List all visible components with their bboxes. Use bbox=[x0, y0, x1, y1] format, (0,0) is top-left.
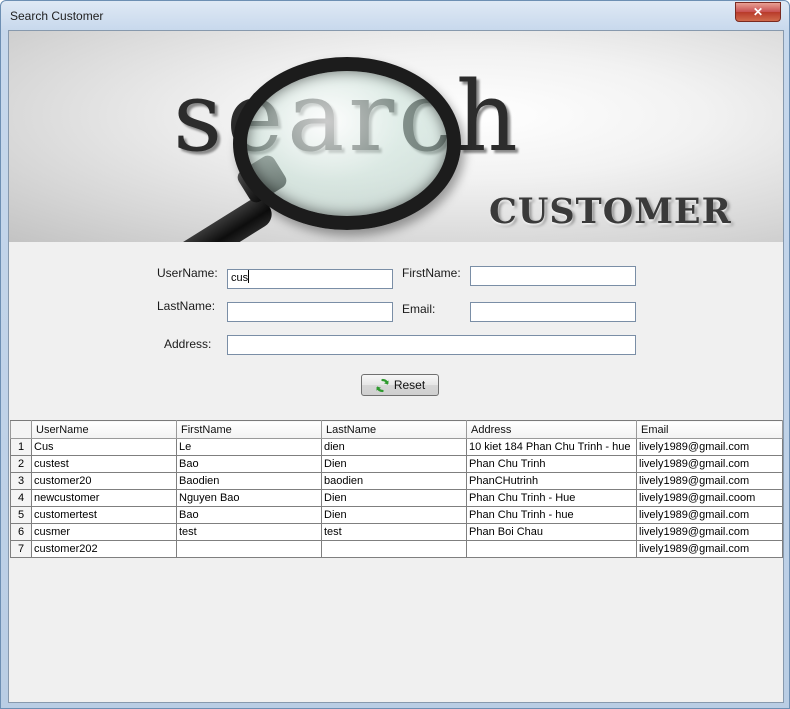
address-label: Address: bbox=[164, 337, 212, 351]
cell-firstname[interactable] bbox=[176, 540, 322, 558]
cell-lastname[interactable]: dien bbox=[321, 438, 467, 456]
cell-username[interactable]: Cus bbox=[31, 438, 177, 456]
username-value: cus bbox=[231, 272, 249, 284]
cell-firstname[interactable]: Nguyen Bao bbox=[176, 489, 322, 507]
cell-address[interactable]: PhanCHutrinh bbox=[466, 472, 637, 490]
column-header-lastname[interactable]: LastName bbox=[321, 420, 467, 439]
address-input[interactable] bbox=[227, 335, 636, 355]
cell-lastname[interactable]: Dien bbox=[321, 489, 467, 507]
cell-address[interactable]: 10 kiet 184 Phan Chu Trinh - hue bbox=[466, 438, 637, 456]
text-cursor bbox=[248, 270, 250, 283]
cell-email[interactable]: lively1989@gmail.com bbox=[636, 540, 783, 558]
cell-username[interactable]: customertest bbox=[31, 506, 177, 524]
cell-lastname[interactable] bbox=[321, 540, 467, 558]
row-number-header bbox=[10, 420, 32, 439]
cell-email[interactable]: lively1989@gmail.coom bbox=[636, 489, 783, 507]
cell-firstname[interactable]: test bbox=[176, 523, 322, 541]
table-row[interactable]: 2 custest Bao Dien Phan Chu Trinh lively… bbox=[10, 455, 783, 473]
column-header-username[interactable]: UserName bbox=[31, 420, 177, 439]
close-button[interactable]: ✕ bbox=[735, 2, 781, 22]
cell-lastname[interactable]: baodien bbox=[321, 472, 467, 490]
window-title: Search Customer bbox=[10, 9, 104, 23]
cell-address[interactable]: Phan Chu Trinh - Hue bbox=[466, 489, 637, 507]
cell-lastname[interactable]: Dien bbox=[321, 455, 467, 473]
search-customer-banner: search CUSTOMER bbox=[9, 31, 783, 242]
cell-lastname[interactable]: test bbox=[321, 523, 467, 541]
close-icon: ✕ bbox=[752, 5, 764, 19]
search-customer-window: Search Customer ✕ search CUSTOMER UserNa… bbox=[0, 0, 790, 709]
cell-firstname[interactable]: Baodien bbox=[176, 472, 322, 490]
cell-username[interactable]: newcustomer bbox=[31, 489, 177, 507]
table-row[interactable]: 1 Cus Le dien 10 kiet 184 Phan Chu Trinh… bbox=[10, 438, 783, 456]
table-row[interactable]: 5 customertest Bao Dien Phan Chu Trinh -… bbox=[10, 506, 783, 524]
lastname-label: LastName: bbox=[157, 299, 216, 313]
cell-email[interactable]: lively1989@gmail.com bbox=[636, 523, 783, 541]
cell-lastname[interactable]: Dien bbox=[321, 506, 467, 524]
cell-address[interactable] bbox=[466, 540, 637, 558]
row-number: 4 bbox=[10, 489, 32, 507]
magnifier-handle bbox=[82, 193, 277, 242]
row-number: 2 bbox=[10, 455, 32, 473]
client-area: search CUSTOMER UserName: cus FirstName:… bbox=[8, 30, 784, 703]
firstname-label: FirstName: bbox=[402, 266, 461, 280]
cell-username[interactable]: customer20 bbox=[31, 472, 177, 490]
cell-email[interactable]: lively1989@gmail.com bbox=[636, 455, 783, 473]
row-number: 1 bbox=[10, 438, 32, 456]
row-number: 3 bbox=[10, 472, 32, 490]
cell-email[interactable]: lively1989@gmail.com bbox=[636, 472, 783, 490]
cell-firstname[interactable]: Bao bbox=[176, 455, 322, 473]
cell-username[interactable]: cusmer bbox=[31, 523, 177, 541]
row-number: 5 bbox=[10, 506, 32, 524]
lastname-input[interactable] bbox=[227, 302, 393, 322]
row-number: 6 bbox=[10, 523, 32, 541]
cell-address[interactable]: Phan Boi Chau bbox=[466, 523, 637, 541]
username-input[interactable]: cus bbox=[227, 269, 393, 289]
refresh-icon bbox=[376, 378, 389, 392]
cell-email[interactable]: lively1989@gmail.com bbox=[636, 506, 783, 524]
table-row[interactable]: 3 customer20 Baodien baodien PhanCHutrin… bbox=[10, 472, 783, 490]
customer-results-table: UserName FirstName LastName Address Emai… bbox=[10, 420, 783, 558]
firstname-input[interactable] bbox=[470, 266, 636, 286]
email-input[interactable] bbox=[470, 302, 636, 322]
username-label: UserName: bbox=[157, 266, 218, 280]
cell-firstname[interactable]: Le bbox=[176, 438, 322, 456]
title-bar[interactable]: Search Customer ✕ bbox=[1, 1, 789, 29]
cell-email[interactable]: lively1989@gmail.com bbox=[636, 438, 783, 456]
cell-address[interactable]: Phan Chu Trinh bbox=[466, 455, 637, 473]
table-row[interactable]: 4 newcustomer Nguyen Bao Dien Phan Chu T… bbox=[10, 489, 783, 507]
cell-username[interactable]: custest bbox=[31, 455, 177, 473]
magnifying-glass-icon bbox=[233, 57, 461, 230]
reset-label: Reset bbox=[393, 378, 426, 392]
cell-address[interactable]: Phan Chu Trinh - hue bbox=[466, 506, 637, 524]
email-label: Email: bbox=[402, 302, 436, 316]
column-header-email[interactable]: Email bbox=[636, 420, 783, 439]
cell-username[interactable]: customer202 bbox=[31, 540, 177, 558]
column-header-firstname[interactable]: FirstName bbox=[176, 420, 322, 439]
cell-firstname[interactable]: Bao bbox=[176, 506, 322, 524]
table-header-row: UserName FirstName LastName Address Emai… bbox=[10, 420, 783, 439]
reset-button[interactable]: Reset bbox=[361, 374, 439, 396]
banner-customer-word: CUSTOMER bbox=[489, 191, 732, 232]
row-number: 7 bbox=[10, 540, 32, 558]
table-row[interactable]: 6 cusmer test test Phan Boi Chau lively1… bbox=[10, 523, 783, 541]
table-row[interactable]: 7 customer202 lively1989@gmail.com bbox=[10, 540, 783, 558]
column-header-address[interactable]: Address bbox=[466, 420, 637, 439]
